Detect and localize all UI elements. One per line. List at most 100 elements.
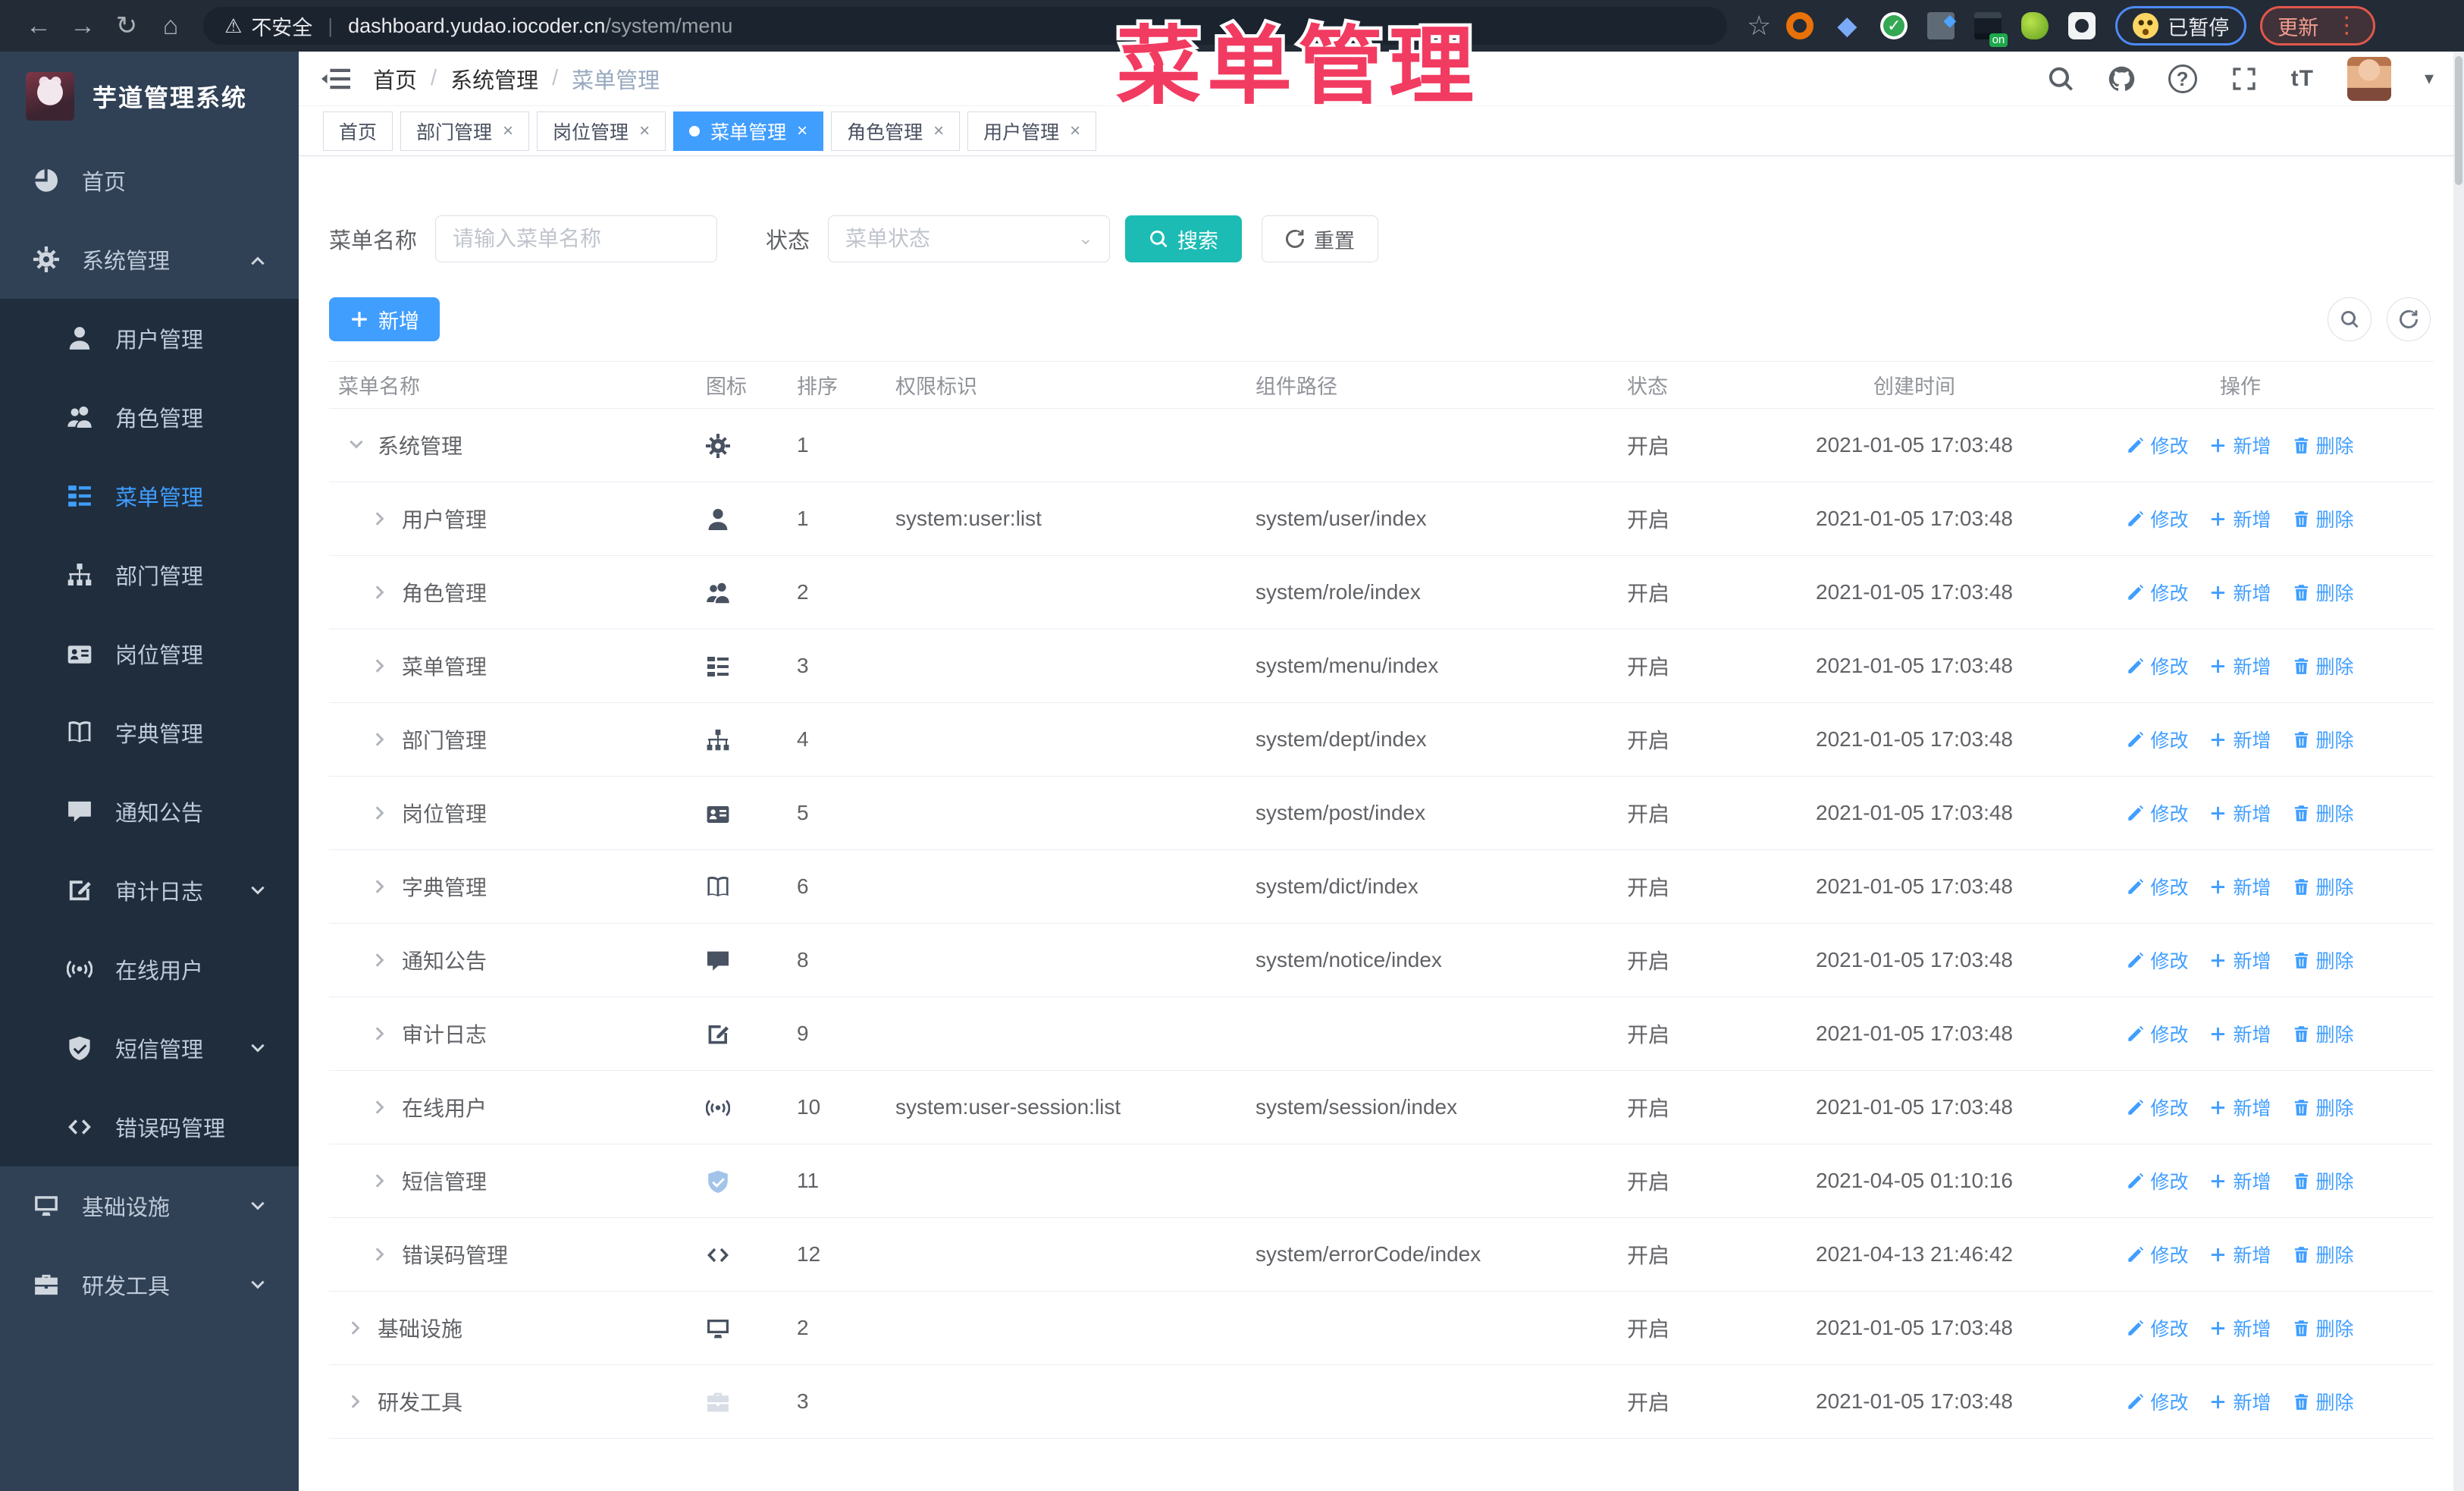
delete-action[interactable]: 删除	[2293, 726, 2354, 753]
sidebar-item-message[interactable]: 通知公告	[0, 772, 299, 851]
sidebar-item-log[interactable]: 审计日志	[0, 851, 299, 930]
delete-action[interactable]: 删除	[2293, 946, 2354, 974]
bookmark-star-icon[interactable]: ☆	[1747, 10, 1771, 42]
sidebar-item-post[interactable]: 岗位管理	[0, 614, 299, 693]
tab-0[interactable]: 首页	[323, 111, 393, 151]
delete-action[interactable]: 删除	[2293, 432, 2354, 459]
sidebar-item-code[interactable]: 错误码管理	[0, 1088, 299, 1166]
edit-action[interactable]: 修改	[2127, 1388, 2188, 1415]
edit-action[interactable]: 修改	[2127, 1314, 2188, 1342]
tab-1[interactable]: 部门管理 ×	[400, 111, 530, 151]
page-scrollbar[interactable]	[2453, 52, 2464, 1491]
extension-icon[interactable]: ◆	[1833, 12, 1861, 39]
extension-icon[interactable]	[1786, 12, 1814, 39]
delete-action[interactable]: 删除	[2293, 1020, 2354, 1047]
menu-name-input[interactable]	[435, 215, 718, 262]
add-action[interactable]: 新增	[2209, 652, 2271, 680]
github-icon[interactable]	[2108, 65, 2135, 93]
delete-action[interactable]: 删除	[2293, 579, 2354, 606]
sidebar-item-tree[interactable]: 部门管理	[0, 535, 299, 614]
add-action[interactable]: 新增	[2209, 1388, 2271, 1415]
delete-action[interactable]: 删除	[2293, 505, 2354, 532]
tab-3[interactable]: 菜单管理 ×	[673, 111, 824, 151]
sidebar-item-user[interactable]: 用户管理	[0, 299, 299, 378]
sidebar-item-monitor[interactable]: 基础设施	[0, 1166, 299, 1245]
expand-arrow-icon[interactable]	[347, 436, 365, 454]
edit-action[interactable]: 修改	[2127, 579, 2188, 606]
status-select[interactable]: 菜单状态 ⌄	[828, 215, 1111, 262]
add-action[interactable]: 新增	[2209, 505, 2271, 532]
add-action[interactable]: 新增	[2209, 1241, 2271, 1268]
chrome-update-button[interactable]: 更新 ⋮	[2260, 6, 2376, 46]
sidebar-item-dict[interactable]: 字典管理	[0, 693, 299, 772]
extension-icon[interactable]: ◆	[1927, 11, 1956, 39]
user-avatar[interactable]	[2346, 56, 2391, 101]
delete-action[interactable]: 删除	[2293, 799, 2354, 827]
browser-home-icon[interactable]: ⌂	[149, 11, 193, 41]
sidebar-item-gear[interactable]: 系统管理	[0, 220, 299, 299]
delete-action[interactable]: 删除	[2293, 1388, 2354, 1415]
edit-action[interactable]: 修改	[2127, 1020, 2188, 1047]
expand-arrow-icon[interactable]	[371, 730, 390, 749]
extension-icon[interactable]: ✓	[1880, 12, 1908, 39]
edit-action[interactable]: 修改	[2127, 1094, 2188, 1121]
edit-action[interactable]: 修改	[2127, 799, 2188, 827]
help-icon[interactable]: ?	[2168, 64, 2197, 93]
close-icon[interactable]: ×	[797, 121, 807, 142]
add-action[interactable]: 新增	[2209, 946, 2271, 974]
edit-action[interactable]: 修改	[2127, 432, 2188, 459]
tab-5[interactable]: 用户管理 ×	[967, 111, 1097, 151]
edit-action[interactable]: 修改	[2127, 946, 2188, 974]
sidebar-item-tree-table[interactable]: 菜单管理	[0, 457, 299, 535]
tab-4[interactable]: 角色管理 ×	[831, 111, 961, 151]
edit-action[interactable]: 修改	[2127, 1241, 2188, 1268]
show-search-icon[interactable]	[2328, 297, 2372, 341]
expand-arrow-icon[interactable]	[371, 804, 390, 822]
tab-2[interactable]: 岗位管理 ×	[537, 111, 666, 151]
sidebar-item-dashboard[interactable]: 首页	[0, 141, 299, 220]
breadcrumb-home[interactable]: 首页	[373, 63, 417, 95]
close-icon[interactable]: ×	[503, 121, 513, 142]
close-icon[interactable]: ×	[933, 121, 944, 142]
edit-action[interactable]: 修改	[2127, 726, 2188, 753]
fullscreen-icon[interactable]	[2230, 65, 2258, 93]
sidebar-item-users[interactable]: 角色管理	[0, 378, 299, 457]
expand-arrow-icon[interactable]	[347, 1392, 365, 1411]
avatar-caret-icon[interactable]: ▾	[2425, 67, 2434, 89]
font-size-icon[interactable]: tT	[2291, 66, 2314, 92]
edit-action[interactable]: 修改	[2127, 505, 2188, 532]
expand-arrow-icon[interactable]	[371, 1172, 390, 1190]
delete-action[interactable]: 删除	[2293, 1241, 2354, 1268]
expand-arrow-icon[interactable]	[371, 1245, 390, 1263]
expand-arrow-icon[interactable]	[371, 510, 390, 528]
search-button[interactable]: 搜索	[1125, 215, 1243, 262]
add-action[interactable]: 新增	[2209, 1167, 2271, 1194]
expand-arrow-icon[interactable]	[371, 877, 390, 896]
close-icon[interactable]: ×	[639, 121, 650, 142]
expand-arrow-icon[interactable]	[371, 951, 390, 969]
add-action[interactable]: 新增	[2209, 873, 2271, 900]
edit-action[interactable]: 修改	[2127, 1167, 2188, 1194]
delete-action[interactable]: 删除	[2293, 1167, 2354, 1194]
expand-arrow-icon[interactable]	[347, 1319, 365, 1337]
browser-menu-dots-icon[interactable]: ⋮	[2335, 14, 2358, 37]
add-button[interactable]: 新增	[329, 297, 440, 341]
extensions-puzzle-icon[interactable]	[2068, 12, 2096, 39]
delete-action[interactable]: 删除	[2293, 1094, 2354, 1121]
scrollbar-thumb[interactable]	[2455, 56, 2462, 185]
delete-action[interactable]: 删除	[2293, 1314, 2354, 1342]
expand-arrow-icon[interactable]	[371, 1098, 390, 1116]
search-icon[interactable]	[2047, 65, 2074, 93]
expand-arrow-icon[interactable]	[371, 1025, 390, 1043]
edit-action[interactable]: 修改	[2127, 873, 2188, 900]
extension-icon[interactable]	[2021, 12, 2049, 39]
expand-arrow-icon[interactable]	[371, 657, 390, 675]
edit-action[interactable]: 修改	[2127, 652, 2188, 680]
add-action[interactable]: 新增	[2209, 1314, 2271, 1342]
delete-action[interactable]: 删除	[2293, 873, 2354, 900]
add-action[interactable]: 新增	[2209, 579, 2271, 606]
sidebar-item-tool[interactable]: 研发工具	[0, 1245, 299, 1324]
add-action[interactable]: 新增	[2209, 432, 2271, 459]
sidebar-fold-icon[interactable]	[299, 64, 373, 93]
breadcrumb-system[interactable]: 系统管理	[450, 63, 538, 95]
